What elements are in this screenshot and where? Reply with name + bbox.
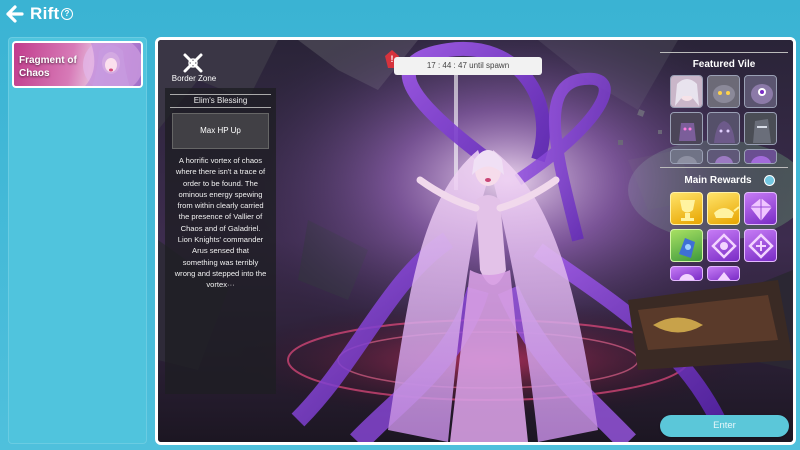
vile-tile[interactable] <box>744 112 777 145</box>
vile-tile[interactable] <box>670 112 703 145</box>
section-divider <box>660 52 788 53</box>
side-panel: Featured Vile Main Rewards <box>658 46 790 286</box>
shadow-creature-portrait <box>708 113 739 144</box>
purple-crest-icon <box>717 272 731 280</box>
vile-tile[interactable] <box>670 75 703 108</box>
dark-knight-portrait <box>745 113 776 144</box>
reward-tile[interactable] <box>670 192 703 225</box>
purple-cyclops-portrait <box>745 76 776 107</box>
section-divider <box>660 167 788 168</box>
purple-sigil-icon <box>748 233 774 259</box>
page-title: Rift <box>30 4 60 23</box>
vile-tile[interactable] <box>707 149 740 164</box>
zone-info-panel: Elim's Blessing Max HP Up A horrific vor… <box>165 88 276 394</box>
purple-rune-icon <box>711 233 737 259</box>
reward-tile[interactable] <box>744 229 777 262</box>
blessing-title: Elim's Blessing <box>170 94 271 108</box>
border-zone-label: Border Zone <box>171 74 217 83</box>
info-icon[interactable] <box>764 175 775 186</box>
arrow-left-icon[interactable] <box>6 5 24 23</box>
purple-gem-icon <box>750 198 772 221</box>
purple-golem-portrait <box>671 113 702 144</box>
pale-haired-girl-portrait <box>671 76 702 107</box>
featured-vile-title: Featured Vile <box>692 59 756 70</box>
vile-tile[interactable] <box>744 75 777 108</box>
golden-trophy-icon <box>680 200 695 221</box>
magic-lamp-icon <box>714 206 739 218</box>
zone-card-label: Fragment of Chaos <box>19 55 77 79</box>
purple-orb-icon <box>679 274 695 280</box>
violet-creature-portrait <box>745 150 776 163</box>
grey-creature-portrait <box>671 150 702 163</box>
reward-tile[interactable] <box>670 229 703 262</box>
grey-beast-portrait <box>708 76 739 107</box>
crossed-swords-icon <box>183 53 203 73</box>
vile-tile[interactable] <box>670 149 703 164</box>
main-rewards-title: Main Rewards <box>684 175 752 186</box>
zone-card-fragment-of-chaos[interactable]: Fragment of Chaos <box>12 41 143 88</box>
spawn-timer: 17 : 44 : 47 until spawn <box>394 57 542 75</box>
blue-gauntlet-icon <box>679 238 695 258</box>
rift-scene-frame: Border Zone Elim's Blessing Max HP Up A … <box>155 37 796 445</box>
enter-button[interactable]: Enter <box>660 415 789 437</box>
reward-tile[interactable] <box>707 192 740 225</box>
zone-lore-text: A horrific vortex of chaos where there i… <box>174 156 267 290</box>
vile-tile[interactable] <box>707 112 740 145</box>
blessing-effect: Max HP Up <box>172 113 269 149</box>
reward-tile[interactable] <box>707 266 740 281</box>
reward-tile[interactable] <box>744 192 777 225</box>
reward-tile[interactable] <box>707 229 740 262</box>
top-bar: Rift ? <box>0 0 800 30</box>
reward-tile[interactable] <box>670 266 703 281</box>
purple-wisp-portrait <box>708 150 739 163</box>
question-icon[interactable]: ? <box>61 8 73 20</box>
zone-list: Fragment of Chaos <box>8 37 147 444</box>
vile-tile[interactable] <box>707 75 740 108</box>
vile-tile[interactable] <box>744 149 777 164</box>
